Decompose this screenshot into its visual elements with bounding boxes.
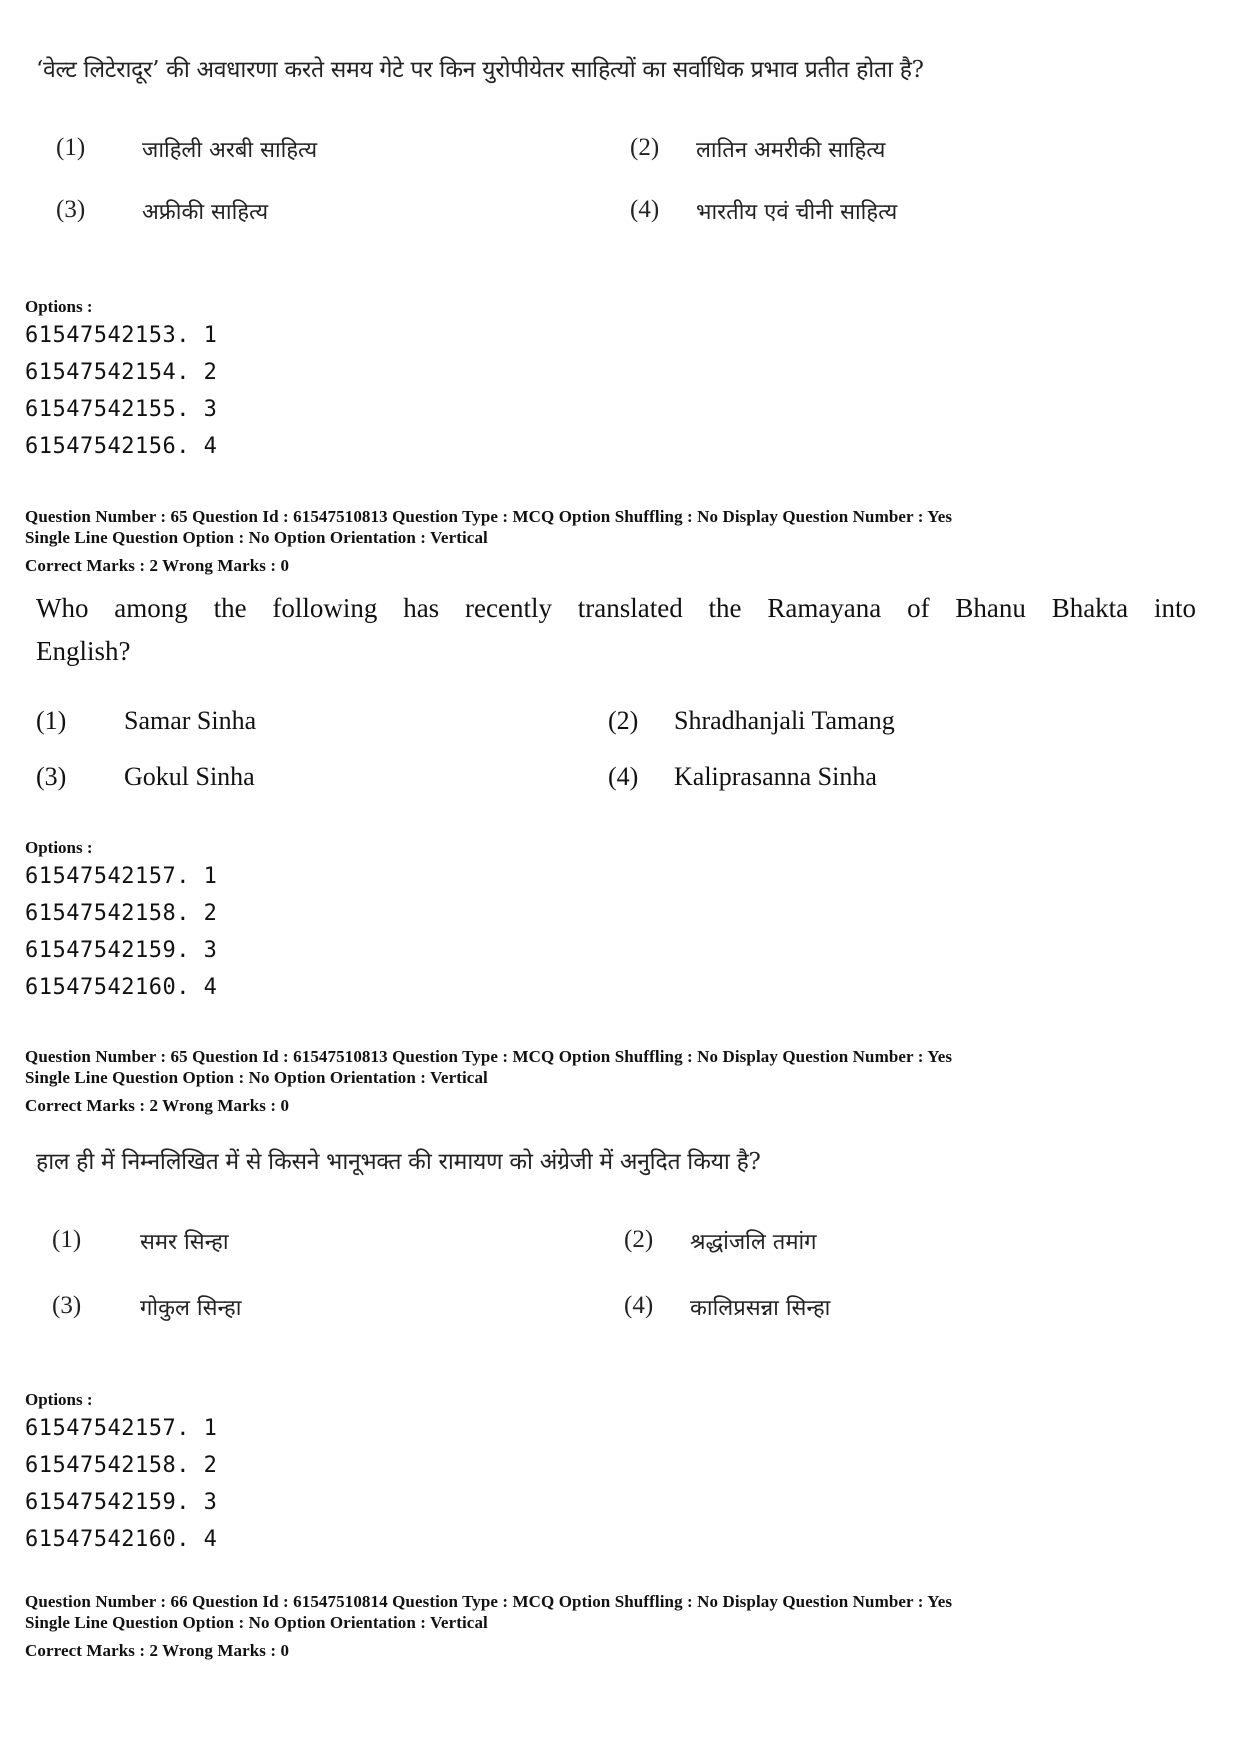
choice-text: समर सिन्हा (140, 1230, 229, 1255)
marks-info: Correct Marks : 2 Wrong Marks : 0 (25, 1096, 290, 1115)
option-code: 61547542158. 2 (25, 901, 218, 926)
question-text-line1: Who among the following has recently tra… (36, 593, 1196, 623)
choice-text: अफ्रीकी साहित्य (142, 200, 269, 225)
question-text-hindi: ‘वेल्ट लिटेरादूर’ की अवधारणा करते समय गे… (36, 57, 924, 83)
question-meta-line2: Single Line Question Option : No Option … (25, 1068, 488, 1087)
choice-text: गोकुल सिन्हा (140, 1296, 242, 1321)
question-meta-line1: Question Number : 65 Question Id : 61547… (25, 1047, 953, 1066)
option-code: 61547542153. 1 (25, 323, 218, 348)
options-label: Options : (25, 297, 93, 316)
choice-number: (2) (624, 1226, 654, 1253)
choice-number: (1) (56, 134, 86, 161)
option-code: 61547542159. 3 (25, 1490, 218, 1515)
options-label: Options : (25, 838, 93, 857)
option-code: 61547542154. 2 (25, 360, 218, 385)
options-label: Options : (25, 1390, 93, 1409)
option-code: 61547542155. 3 (25, 397, 218, 422)
option-code: 61547542160. 4 (25, 1527, 218, 1552)
question-meta-line2: Single Line Question Option : No Option … (25, 528, 488, 547)
choice-text: जाहिली अरबी साहित्य (142, 138, 318, 163)
choice-number: (3) (52, 1292, 82, 1319)
marks-info: Correct Marks : 2 Wrong Marks : 0 (25, 1641, 290, 1660)
question-meta-line1: Question Number : 65 Question Id : 61547… (25, 507, 953, 526)
choice-text: Kaliprasanna Sinha (674, 762, 877, 791)
option-code: 61547542159. 3 (25, 938, 218, 963)
option-code: 61547542160. 4 (25, 975, 218, 1000)
marks-info: Correct Marks : 2 Wrong Marks : 0 (25, 556, 290, 575)
question-text-line2: English? (36, 636, 131, 666)
choice-number: (4) (608, 762, 639, 791)
option-code: 61547542157. 1 (25, 1416, 218, 1441)
choice-number: (3) (36, 762, 67, 791)
choice-text: Gokul Sinha (124, 762, 255, 791)
choice-number: (4) (624, 1292, 654, 1319)
question-meta-line2: Single Line Question Option : No Option … (25, 1613, 488, 1632)
choice-number: (1) (52, 1226, 82, 1253)
option-code: 61547542158. 2 (25, 1453, 218, 1478)
choice-number: (3) (56, 196, 86, 223)
question-meta-line1: Question Number : 66 Question Id : 61547… (25, 1592, 953, 1611)
question-text-hindi: हाल ही में निम्नलिखित में से किसने भानूभ… (36, 1149, 761, 1175)
choice-text: कालिप्रसन्ना सिन्हा (690, 1296, 831, 1321)
option-code: 61547542157. 1 (25, 864, 218, 889)
choice-number: (2) (630, 134, 660, 161)
choice-text: Shradhanjali Tamang (674, 706, 895, 735)
choice-text: भारतीय एवं चीनी साहित्य (696, 200, 898, 225)
choice-text: श्रद्धांजलि तमांग (690, 1230, 817, 1255)
choice-text: Samar Sinha (124, 706, 257, 735)
choice-number: (4) (630, 196, 660, 223)
choice-text: लातिन अमरीकी साहित्य (696, 138, 886, 163)
choice-number: (2) (608, 706, 639, 735)
option-code: 61547542156. 4 (25, 434, 218, 459)
choice-number: (1) (36, 706, 67, 735)
